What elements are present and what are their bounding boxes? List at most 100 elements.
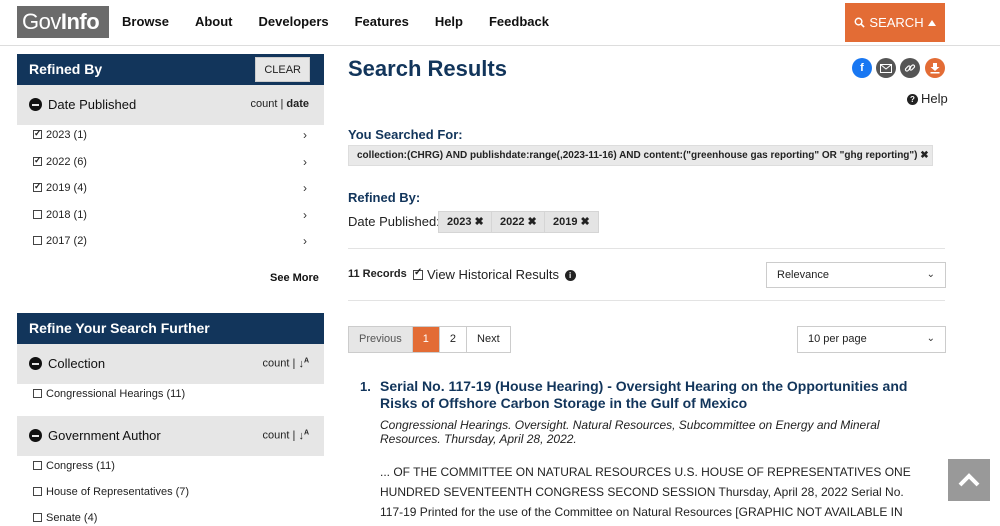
chevron-right-icon[interactable]: › xyxy=(303,234,307,248)
close-icon[interactable]: ✖ xyxy=(920,150,928,161)
refine-chip-2019[interactable]: 2019 ✖ xyxy=(544,211,599,233)
checkbox[interactable] xyxy=(33,513,42,522)
checkbox[interactable] xyxy=(33,389,42,398)
govinfo-logo[interactable]: GovInfo xyxy=(17,6,109,38)
email-icon[interactable] xyxy=(876,58,896,78)
sort-alpha-icon[interactable]: ↓A xyxy=(298,429,309,442)
checkbox[interactable] xyxy=(33,236,42,245)
facet-item-label: 2022 (6) xyxy=(46,156,87,168)
search-query-text: collection:(CHRG) AND publishdate:range(… xyxy=(357,150,918,161)
date-published-facet-header[interactable]: Date Published count | date xyxy=(17,85,324,125)
clear-button[interactable]: CLEAR xyxy=(255,57,310,82)
next-page-button[interactable]: Next xyxy=(467,327,510,352)
see-more-link[interactable]: See More xyxy=(270,272,319,284)
checkbox-checked[interactable] xyxy=(33,181,42,192)
help-link[interactable]: ? Help xyxy=(907,91,948,106)
facebook-icon[interactable]: f xyxy=(852,58,872,78)
nav-browse[interactable]: Browse xyxy=(122,14,169,29)
chip-label: 2023 xyxy=(447,216,472,228)
back-to-top-button[interactable] xyxy=(948,459,990,501)
author-item-senate[interactable]: Senate (4) xyxy=(33,512,97,524)
government-author-facet-header[interactable]: Government Author count | ↓A xyxy=(17,416,324,456)
checkbox-checked[interactable] xyxy=(413,267,423,280)
divider xyxy=(348,300,945,301)
facet-item-label: 2023 (1) xyxy=(46,129,87,141)
date-published-title: Date Published xyxy=(48,97,137,112)
collection-facet-header[interactable]: Collection count | ↓A xyxy=(17,344,324,384)
minus-circle-icon xyxy=(29,357,42,370)
page-1-button[interactable]: 1 xyxy=(412,327,440,352)
author-item-congress[interactable]: Congress (11) xyxy=(33,460,115,472)
search-button[interactable]: SEARCH xyxy=(845,3,945,42)
sort-count-link[interactable]: count xyxy=(263,358,290,370)
sort-count-link[interactable]: count xyxy=(250,98,277,110)
sort-date-link[interactable]: date xyxy=(286,98,309,110)
sort-separator: | xyxy=(292,429,296,442)
date-facet-item-2017[interactable]: 2017 (2) xyxy=(33,235,87,247)
facet-item-label: 2018 (1) xyxy=(46,209,87,221)
refine-chip-2023[interactable]: 2023 ✖ xyxy=(438,211,493,233)
chevron-right-icon[interactable]: › xyxy=(303,181,307,195)
collection-facet-sort: count | ↓A xyxy=(263,357,309,370)
checkbox[interactable] xyxy=(33,210,42,219)
chevron-right-icon[interactable]: › xyxy=(303,155,307,169)
page-2-button[interactable]: 2 xyxy=(440,327,468,352)
refined-by-label: Refined By: xyxy=(348,190,421,205)
sort-count-link[interactable]: count xyxy=(263,430,290,442)
author-facet-sort: count | ↓A xyxy=(263,429,309,442)
top-navbar: GovInfo Browse About Developers Features… xyxy=(0,0,1000,46)
download-icon[interactable] xyxy=(925,58,945,78)
date-published-label: Date Published: xyxy=(348,214,440,229)
refine-chip-2022[interactable]: 2022 ✖ xyxy=(491,211,546,233)
result-subtitle: Congressional Hearings. Oversight. Natur… xyxy=(380,418,880,446)
per-page-value: 10 per page xyxy=(808,333,867,345)
main-nav: Browse About Developers Features Help Fe… xyxy=(122,14,575,29)
search-query-chip[interactable]: collection:(CHRG) AND publishdate:range(… xyxy=(348,145,933,166)
sort-select[interactable]: Relevance ⌄ xyxy=(766,262,946,288)
chevron-down-icon: ⌄ xyxy=(926,269,935,280)
result-title-link[interactable]: Serial No. 117-19 (House Hearing) - Over… xyxy=(380,378,940,412)
facet-item-label: Senate (4) xyxy=(46,512,98,524)
result-number: 1. xyxy=(360,379,371,394)
refined-by-header: Refined By CLEAR xyxy=(17,54,324,85)
page-title: Search Results xyxy=(348,56,507,81)
chip-label: 2019 xyxy=(553,216,578,228)
nav-about[interactable]: About xyxy=(195,14,233,29)
question-circle-icon: ? xyxy=(907,94,918,105)
previous-page-button[interactable]: Previous xyxy=(349,327,413,352)
minus-circle-icon xyxy=(29,98,42,111)
nav-feedback[interactable]: Feedback xyxy=(489,14,549,29)
sort-separator: | xyxy=(292,357,296,370)
date-facet-item-2019[interactable]: 2019 (4) xyxy=(33,181,87,194)
close-icon[interactable]: ✖ xyxy=(528,216,537,228)
per-page-select[interactable]: 10 per page ⌄ xyxy=(797,326,946,353)
facet-item-label: House of Representatives (7) xyxy=(46,486,190,498)
minus-circle-icon xyxy=(29,429,42,442)
link-icon[interactable] xyxy=(900,58,920,78)
info-icon[interactable]: i xyxy=(564,270,576,281)
nav-help[interactable]: Help xyxy=(435,14,463,29)
checkbox-checked[interactable] xyxy=(33,155,42,166)
checkbox[interactable] xyxy=(33,487,42,496)
refine-further-title: Refine Your Search Further xyxy=(29,320,210,336)
nav-developers[interactable]: Developers xyxy=(259,14,329,29)
nav-features[interactable]: Features xyxy=(355,14,409,29)
sort-alpha-icon[interactable]: ↓A xyxy=(298,357,309,370)
collection-item-congressional-hearings[interactable]: Congressional Hearings (11) xyxy=(33,388,185,400)
checkbox[interactable] xyxy=(33,461,42,470)
author-item-house[interactable]: House of Representatives (7) xyxy=(33,486,189,498)
chevron-right-icon[interactable]: › xyxy=(303,208,307,222)
close-icon[interactable]: ✖ xyxy=(581,216,590,228)
help-label: Help xyxy=(921,91,948,106)
search-button-label: SEARCH xyxy=(869,15,924,30)
date-facet-item-2018[interactable]: 2018 (1) xyxy=(33,209,87,221)
collection-title: Collection xyxy=(48,356,106,371)
date-facet-item-2023[interactable]: 2023 (1) xyxy=(33,128,87,141)
historical-label: View Historical Results xyxy=(427,267,559,282)
date-facet-item-2022[interactable]: 2022 (6) xyxy=(33,155,87,168)
view-historical-results[interactable]: View Historical Results i xyxy=(413,267,576,282)
result-snippet: ... OF THE COMMITTEE ON NATURAL RESOURCE… xyxy=(380,465,929,526)
close-icon[interactable]: ✖ xyxy=(475,216,484,228)
chevron-right-icon[interactable]: › xyxy=(303,128,307,142)
checkbox-checked[interactable] xyxy=(33,128,42,139)
